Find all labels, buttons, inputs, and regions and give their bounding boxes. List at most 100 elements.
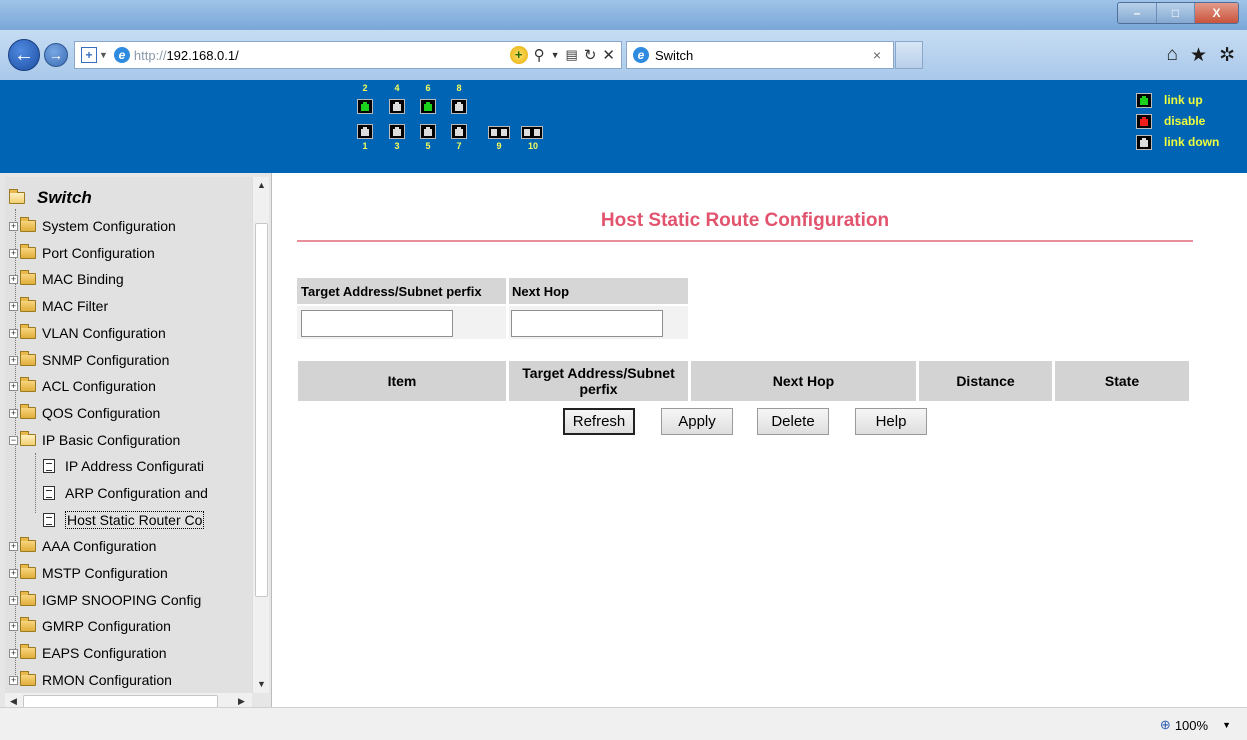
tree-item-ip-basic-configuration[interactable]: − IP Basic Configuration <box>9 429 180 451</box>
help-button[interactable]: Help <box>855 408 927 435</box>
tree-item-mac-binding[interactable]: + MAC Binding <box>9 268 124 290</box>
navigation-tree-panel: Switch + System Configuration + Port Con… <box>0 173 272 710</box>
port-10-icon[interactable] <box>521 126 543 139</box>
document-icon <box>43 459 55 473</box>
port-5-icon[interactable] <box>420 124 436 139</box>
status-bar: ⊕ 100% ▼ <box>0 707 1247 740</box>
port-4-icon[interactable] <box>389 99 405 114</box>
expand-icon[interactable]: + <box>9 221 18 231</box>
forward-button[interactable]: → <box>44 43 68 67</box>
address-tools: + ⚲ ▼ ▤ ↻ ✕ <box>509 46 615 64</box>
back-button[interactable]: ← <box>8 39 40 71</box>
tree-item-label: IP Basic Configuration <box>42 432 181 448</box>
tree-item-label: AAA Configuration <box>42 538 157 554</box>
folder-icon <box>20 404 36 419</box>
tree-item-qos-configuration[interactable]: + QOS Configuration <box>9 402 160 424</box>
document-icon <box>43 486 55 500</box>
tree-item-acl-configuration[interactable]: + ACL Configuration <box>9 375 156 397</box>
expand-icon[interactable]: + <box>9 408 18 418</box>
tree-item-mac-filter[interactable]: + MAC Filter <box>9 295 108 317</box>
tree-item-host-static-router[interactable]: Host Static Router Co <box>29 509 205 531</box>
open-folder-icon <box>9 189 25 204</box>
expand-icon[interactable]: + <box>9 274 18 284</box>
tree-item-label: EAPS Configuration <box>42 645 167 661</box>
close-window-button[interactable]: X <box>1194 3 1238 23</box>
zoom-level: 100% <box>1174 717 1209 733</box>
tree-item-vlan-configuration[interactable]: + VLAN Configuration <box>9 322 166 344</box>
next-hop-label: Next Hop <box>509 278 688 304</box>
tree-item-label: GMRP Configuration <box>42 618 171 634</box>
port-9-icon[interactable] <box>488 126 510 139</box>
tree-item-eaps-configuration[interactable]: + EAPS Configuration <box>9 642 167 664</box>
tree-item-gmrp-configuration[interactable]: + GMRP Configuration <box>9 615 171 637</box>
tree-item-arp-configuration[interactable]: ARP Configuration and <box>29 482 208 504</box>
expand-icon[interactable]: + <box>9 541 18 551</box>
expand-icon[interactable]: + <box>9 595 18 605</box>
tree-item-igmp-snooping-config[interactable]: + IGMP SNOOPING Config <box>9 589 201 611</box>
delete-button[interactable]: Delete <box>757 408 829 435</box>
tree-item-rmon-configuration[interactable]: + RMON Configuration <box>9 669 172 691</box>
gear-icon[interactable]: ✲ <box>1219 44 1235 67</box>
scrollbar-thumb[interactable] <box>255 223 268 597</box>
page-title: Host Static Route Configuration <box>600 210 890 231</box>
tree-item-system-configuration[interactable]: + System Configuration <box>9 215 176 237</box>
chevron-down-icon[interactable]: ▼ <box>1222 720 1231 730</box>
home-icon[interactable]: ⌂ <box>1167 44 1178 67</box>
tree-vertical-scrollbar[interactable]: ▲ ▼ <box>252 177 269 693</box>
expand-icon[interactable]: + <box>9 568 18 578</box>
tree-item-port-configuration[interactable]: + Port Configuration <box>9 242 155 264</box>
expand-icon[interactable]: + <box>9 381 18 391</box>
refresh-button[interactable]: Refresh <box>563 408 635 435</box>
compat-view-icon[interactable]: ▤ <box>566 47 578 63</box>
add-site-icon[interactable]: + <box>81 47 97 63</box>
folder-icon <box>20 537 36 552</box>
port-2-icon[interactable] <box>357 99 373 114</box>
expand-icon[interactable]: + <box>9 355 18 365</box>
favorites-star-icon[interactable]: ★ <box>1190 44 1207 67</box>
tree-root[interactable]: Switch <box>9 188 92 208</box>
port-3-icon[interactable] <box>389 124 405 139</box>
ie-page-icon: e <box>113 47 130 63</box>
compatibility-icon[interactable]: + <box>509 46 528 64</box>
target-address-input[interactable] <box>301 310 453 337</box>
apply-button[interactable]: Apply <box>661 408 733 435</box>
expand-icon[interactable]: + <box>9 301 18 311</box>
tree-item-snmp-configuration[interactable]: + SNMP Configuration <box>9 349 169 371</box>
zoom-control[interactable]: ⊕ 100% ▼ <box>1160 717 1231 733</box>
scroll-down-icon[interactable]: ▼ <box>253 676 270 693</box>
expand-icon[interactable]: + <box>9 621 18 631</box>
port-7-icon[interactable] <box>451 124 467 139</box>
browser-tab[interactable]: e Switch × <box>626 41 894 69</box>
port-6-icon[interactable] <box>420 99 436 114</box>
address-host: 192.168.0.1/ <box>166 47 239 63</box>
folder-icon <box>20 351 36 366</box>
tree-item-label: QOS Configuration <box>42 405 161 421</box>
tree-item-ip-address-configuration[interactable]: IP Address Configurati <box>29 455 204 477</box>
stop-icon[interactable]: ✕ <box>602 46 615 64</box>
port-8-icon[interactable] <box>451 99 467 114</box>
refresh-icon[interactable]: ↻ <box>584 46 597 64</box>
tree-item-label: VLAN Configuration <box>42 325 166 341</box>
new-tab-button[interactable] <box>895 41 923 69</box>
tree-item-mstp-configuration[interactable]: + MSTP Configuration <box>9 562 168 584</box>
address-bar[interactable]: + ▼ e http:// 192.168.0.1/ + ⚲ ▼ ▤ ↻ ✕ <box>74 41 622 69</box>
expand-icon[interactable]: + <box>9 648 18 658</box>
scroll-up-icon[interactable]: ▲ <box>253 177 270 194</box>
expand-icon[interactable]: + <box>9 328 18 338</box>
address-scheme: http:// <box>133 47 167 63</box>
maximize-button[interactable]: □ <box>1156 3 1194 23</box>
port-1-icon[interactable] <box>357 124 373 139</box>
link-up-icon <box>1136 92 1152 108</box>
collapse-icon[interactable]: − <box>9 435 18 445</box>
minimize-button[interactable]: – <box>1118 3 1156 23</box>
close-tab-icon[interactable]: × <box>873 47 881 63</box>
dropdown-icon[interactable]: ▼ <box>99 50 108 60</box>
folder-icon <box>20 377 36 392</box>
expand-icon[interactable]: + <box>9 675 18 685</box>
port-number: 8 <box>456 83 462 93</box>
tree-item-aaa-configuration[interactable]: + AAA Configuration <box>9 535 156 557</box>
dropdown-icon[interactable]: ▼ <box>551 50 560 60</box>
next-hop-input[interactable] <box>511 310 663 337</box>
search-icon[interactable]: ⚲ <box>534 46 545 64</box>
expand-icon[interactable]: + <box>9 248 18 258</box>
